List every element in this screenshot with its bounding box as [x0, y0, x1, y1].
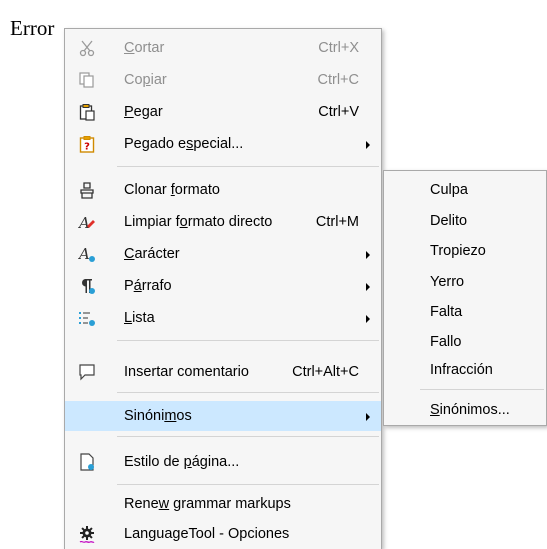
- menu-item-paste[interactable]: Pegar Ctrl+V: [65, 97, 381, 127]
- menu-item-label: Carácter: [124, 246, 180, 262]
- menu-item-label: Renew grammar markups: [124, 496, 291, 512]
- menu-separator: [420, 389, 544, 390]
- comment-icon: [77, 362, 97, 382]
- menu-item-paragraph[interactable]: Párrafo: [65, 271, 381, 301]
- languagetool-gear-icon: [77, 524, 97, 544]
- synonym-item[interactable]: Delito: [384, 206, 546, 236]
- menu-item-paste-special[interactable]: ? Pegado especial...: [65, 129, 381, 159]
- svg-text:?: ?: [84, 142, 90, 153]
- menu-separator: [117, 484, 379, 485]
- document-text: Error: [10, 16, 55, 40]
- synonym-item[interactable]: Falta: [384, 297, 546, 327]
- menu-item-character[interactable]: A Carácter: [65, 239, 381, 269]
- character-icon: A: [77, 244, 97, 264]
- menu-item-cut[interactable]: Cortar Ctrl+X: [65, 33, 381, 63]
- page-style-icon: [77, 452, 97, 472]
- paste-icon: [77, 102, 97, 122]
- synonym-item[interactable]: Culpa: [384, 175, 546, 205]
- shortcut-text: Ctrl+Alt+C: [292, 364, 359, 380]
- menu-item-label: Clonar formato: [124, 182, 220, 198]
- menu-item-label: Cortar: [124, 40, 165, 56]
- shortcut-text: Ctrl+M: [315, 214, 359, 230]
- menu-item-clear-formatting[interactable]: A Limpiar formato directo Ctrl+M: [65, 207, 381, 237]
- submenu-arrow-icon: [366, 413, 370, 421]
- menu-item-clone-formatting[interactable]: Clonar formato: [65, 175, 381, 205]
- synonym-item[interactable]: Tropiezo: [384, 236, 546, 266]
- menu-separator: [117, 436, 379, 437]
- menu-item-synonyms[interactable]: Sinónimos: [65, 401, 381, 431]
- menu-item-label: Párrafo: [124, 278, 172, 294]
- menu-item-label: Pegar: [124, 104, 163, 120]
- menu-item-list[interactable]: Lista: [65, 303, 381, 333]
- copy-icon: [77, 70, 97, 90]
- submenu-arrow-icon: [366, 283, 370, 291]
- menu-separator: [117, 166, 379, 167]
- context-menu: Cortar Ctrl+X Copiar Ctrl+C Pegar Ctrl+V…: [64, 28, 382, 549]
- menu-item-label: Estilo de página...: [124, 454, 240, 470]
- menu-item-languagetool-options[interactable]: LanguageTool - Opciones: [65, 519, 381, 549]
- clone-formatting-icon: [77, 180, 97, 200]
- clear-formatting-icon: A: [77, 212, 97, 232]
- synonym-item[interactable]: Infracción: [384, 355, 546, 385]
- paste-special-icon: ?: [77, 134, 97, 154]
- menu-item-label: Sinónimos: [124, 408, 192, 424]
- menu-item-label: Insertar comentario: [124, 364, 249, 380]
- menu-separator: [117, 392, 379, 393]
- submenu-arrow-icon: [366, 251, 370, 259]
- synonym-item[interactable]: Fallo: [384, 327, 546, 357]
- synonyms-more-item[interactable]: Sinónimos...: [384, 395, 546, 425]
- menu-item-label: Pegado especial...: [124, 136, 244, 152]
- menu-separator: [117, 340, 379, 341]
- svg-text:A: A: [78, 245, 90, 263]
- shortcut-text: Ctrl+X: [318, 40, 359, 56]
- menu-item-label: Sinónimos...: [430, 402, 510, 418]
- submenu-arrow-icon: [366, 141, 370, 149]
- menu-item-label: LanguageTool - Opciones: [124, 526, 290, 542]
- menu-item-copy[interactable]: Copiar Ctrl+C: [65, 65, 381, 95]
- synonym-item[interactable]: Yerro: [384, 267, 546, 297]
- menu-item-label: Limpiar formato directo: [124, 214, 273, 230]
- submenu-arrow-icon: [366, 315, 370, 323]
- shortcut-text: Ctrl+C: [317, 72, 360, 88]
- menu-item-page-style[interactable]: Estilo de página...: [65, 447, 381, 477]
- menu-item-renew-grammar[interactable]: Renew grammar markups: [65, 489, 381, 519]
- list-icon: [77, 308, 97, 328]
- menu-item-label: Lista: [124, 310, 155, 326]
- svg-text:A: A: [78, 214, 90, 231]
- menu-item-label: Copiar: [124, 72, 167, 88]
- menu-item-insert-comment[interactable]: Insertar comentario Ctrl+Alt+C: [65, 357, 381, 387]
- paragraph-icon: [77, 276, 97, 296]
- scissors-icon: [77, 38, 97, 58]
- shortcut-text: Ctrl+V: [318, 104, 359, 120]
- synonyms-submenu: Culpa Delito Tropiezo Yerro Falta Fallo …: [383, 170, 547, 426]
